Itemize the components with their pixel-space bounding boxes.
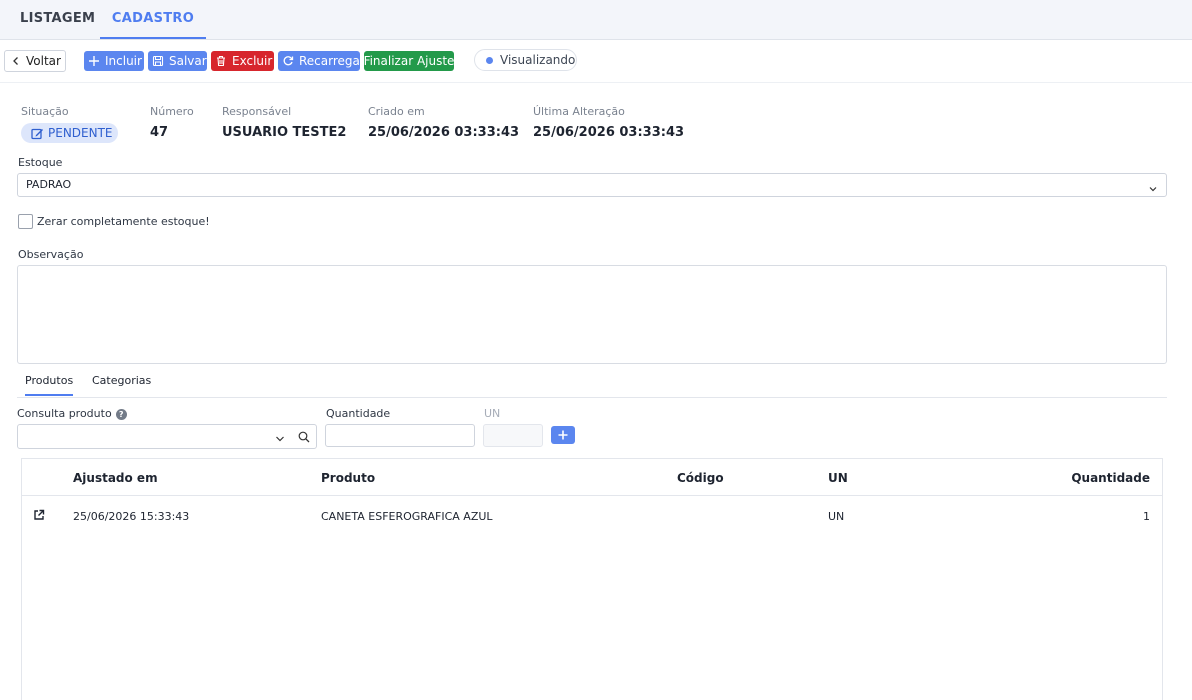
cell-quantidade: 1 [1143,510,1150,523]
responsavel-value: USUARIO TESTE2 [222,125,347,140]
trash-icon [215,54,227,68]
refresh-icon [282,54,294,68]
reload-button[interactable]: Recarrega [278,51,360,71]
zerar-estoque-checkbox[interactable] [18,214,33,229]
estoque-select[interactable]: PADRAO [17,173,1167,197]
top-tab-bar: LISTAGEM CADASTRO [0,0,1192,40]
chevron-down-icon [1148,180,1158,192]
toolbar-divider [0,82,1192,83]
cell-produto: CANETA ESFEROGRAFICA AZUL [321,510,493,523]
save-button-label: Salvar [169,54,207,68]
zerar-estoque-label: Zerar completamente estoque! [37,215,210,228]
criado-label: Criado em [368,105,425,118]
column-header-codigo[interactable]: Código [677,471,724,485]
products-table: Ajustado em Produto Código UN Quantidade… [21,458,1163,700]
tab-listagem[interactable]: LISTAGEM [20,0,95,40]
finalize-adjustment-button[interactable]: Finalizar Ajuste [364,51,454,71]
save-button[interactable]: Salvar [148,51,207,71]
tab-categorias[interactable]: Categorias [92,374,151,387]
mode-status-badge: Visualizando [474,49,577,71]
chevron-left-icon [11,54,21,68]
delete-button[interactable]: Excluir [211,51,274,71]
responsavel-label: Responsável [222,105,292,118]
mode-status-label: Visualizando [500,53,576,67]
search-icon[interactable] [298,431,310,443]
plus-icon [558,430,568,440]
tab-cadastro[interactable]: CADASTRO [100,0,206,39]
status-badge: PENDENTE [21,123,118,143]
external-link-icon[interactable] [33,509,45,521]
status-dot-icon [486,56,493,64]
help-icon[interactable]: ? [115,409,127,420]
column-header-un[interactable]: UN [828,471,848,485]
numero-label: Número [150,105,194,118]
consulta-produto-label: Consulta produto? [17,407,127,420]
table-header-divider [22,495,1162,496]
edit-icon [31,127,44,140]
observacao-textarea[interactable] [17,265,1167,364]
chevron-down-icon[interactable] [275,433,285,443]
column-header-quantidade[interactable]: Quantidade [1022,471,1150,485]
criado-value: 25/06/2026 03:33:43 [368,125,520,140]
back-button-label: Voltar [26,54,61,68]
delete-button-label: Excluir [232,54,273,68]
consulta-produto-label-text: Consulta produto [17,407,112,420]
back-button[interactable]: Voltar [4,50,66,72]
column-header-produto[interactable]: Produto [321,471,375,485]
ultima-alteracao-label: Última Alteração [533,105,625,118]
un-input [483,424,543,447]
quantidade-input[interactable] [325,424,475,447]
tab-produtos[interactable]: Produtos [25,374,74,396]
floppy-disk-icon [152,54,164,68]
ultima-alteracao-value: 25/06/2026 03:33:43 [533,125,685,140]
add-button[interactable]: Incluir [84,51,144,71]
estoque-label: Estoque [18,156,63,169]
situacao-label: Situação [21,105,69,118]
cell-un: UN [828,510,845,523]
status-badge-label: PENDENTE [48,126,113,140]
numero-value: 47 [150,125,169,140]
observacao-label: Observação [18,248,84,261]
column-header-ajustado[interactable]: Ajustado em [73,471,158,485]
consulta-produto-input[interactable] [17,424,317,449]
subtabs-divider [17,397,1167,398]
un-label: UN [484,407,501,420]
cell-ajustado: 25/06/2026 15:33:43 [73,510,190,523]
quantidade-label: Quantidade [326,407,391,420]
add-product-button[interactable] [551,426,575,444]
plus-icon [88,54,100,68]
estoque-select-value: PADRAO [26,178,72,191]
add-button-label: Incluir [105,54,142,68]
reload-button-label: Recarrega [299,54,360,68]
